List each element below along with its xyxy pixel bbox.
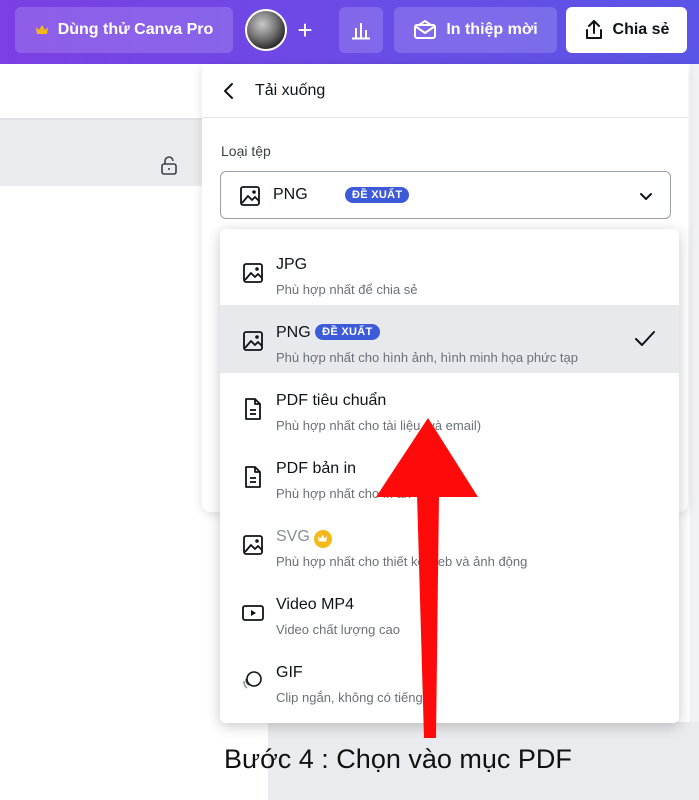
print-invitation-label: In thiệp mời — [446, 21, 538, 38]
option-name: PDF tiêu chuẩn — [276, 392, 387, 409]
option-name: Video MP4 — [276, 596, 354, 613]
option-name: PNG ĐỀ XUẤT — [276, 324, 380, 342]
recommended-badge: ĐỀ XUẤT — [345, 187, 410, 203]
try-canva-pro-button[interactable]: Dùng thử Canva Pro — [15, 7, 233, 53]
envelope-icon — [413, 20, 437, 40]
document-icon — [241, 397, 265, 421]
share-label: Chia sẻ — [612, 21, 670, 38]
file-type-dropdown: JPG Phù hợp nhất để chia sẻ PNG ĐỀ XUẤT … — [220, 229, 679, 723]
try-canva-pro-label: Dùng thử Canva Pro — [57, 21, 214, 38]
back-button[interactable] — [218, 80, 240, 102]
file-type-select[interactable]: PNG ĐỀ XUẤT — [220, 171, 671, 219]
add-collaborator-button[interactable]: + — [290, 14, 320, 46]
lock-icon[interactable] — [160, 156, 178, 181]
option-name-text: PNG — [276, 324, 311, 341]
image-icon — [241, 261, 265, 285]
annotation-caption: Bước 4 : Chọn vào mục PDF — [224, 744, 572, 774]
option-name: SVG — [276, 528, 332, 548]
option-svg[interactable]: SVG Phù hợp nhất cho thiết kế web và ảnh… — [220, 509, 679, 577]
option-gif[interactable]: GIF Clip ngắn, không có tiếng — [220, 645, 679, 713]
crown-icon — [313, 529, 332, 548]
option-jpg[interactable]: JPG Phù hợp nhất để chia sẻ — [220, 237, 679, 305]
print-invitation-button[interactable]: In thiệp mời — [394, 7, 557, 53]
option-description: Phù hợp nhất cho hình ảnh, hình minh họa… — [276, 350, 579, 365]
recommended-badge: ĐỀ XUẤT — [315, 324, 380, 340]
editor-scroll-area — [690, 64, 699, 800]
file-type-label: Loại tệp — [221, 143, 271, 159]
download-panel-header: Tải xuống — [202, 64, 688, 118]
image-icon — [241, 533, 265, 557]
option-name-text: SVG — [276, 528, 310, 545]
option-description: Phù hợp nhất cho in ấn — [276, 486, 412, 501]
crown-icon — [35, 24, 49, 36]
document-icon — [241, 465, 265, 489]
gif-icon — [241, 669, 265, 693]
option-name: JPG — [276, 256, 308, 273]
option-mp4[interactable]: Video MP4 Video chất lượng cao — [220, 577, 679, 645]
image-icon — [241, 329, 265, 353]
option-description: Video chất lượng cao — [276, 622, 400, 637]
option-description: Phù hợp nhất để chia sẻ — [276, 282, 418, 297]
insights-button[interactable] — [339, 7, 383, 53]
option-name: GIF — [276, 664, 303, 681]
bar-chart-icon — [350, 20, 372, 40]
option-name: PDF bản in — [276, 460, 357, 477]
upload-icon — [584, 19, 604, 41]
option-description: Phù hợp nhất cho thiết kế web và ảnh độn… — [276, 554, 528, 569]
option-pdf-print[interactable]: PDF bản in Phù hợp nhất cho in ấn — [220, 441, 679, 509]
top-bar: Dùng thử Canva Pro + In thiệp mời Chia s… — [0, 0, 699, 64]
share-button[interactable]: Chia sẻ — [566, 7, 687, 53]
checkmark-icon — [634, 329, 656, 354]
option-png[interactable]: PNG ĐỀ XUẤT Phù hợp nhất cho hình ảnh, h… — [220, 305, 679, 373]
option-pdf-standard[interactable]: PDF tiêu chuẩn Phù hợp nhất cho tài liệu… — [220, 373, 679, 441]
option-description: Clip ngắn, không có tiếng — [276, 690, 423, 705]
panel-title: Tải xuống — [255, 82, 326, 99]
chevron-down-icon — [638, 188, 654, 209]
avatar[interactable] — [245, 9, 287, 51]
image-icon — [239, 185, 261, 212]
option-description: Phù hợp nhất cho tài liệu (và email) — [276, 418, 482, 433]
selected-file-type: PNG — [273, 186, 308, 203]
video-icon — [241, 601, 265, 625]
